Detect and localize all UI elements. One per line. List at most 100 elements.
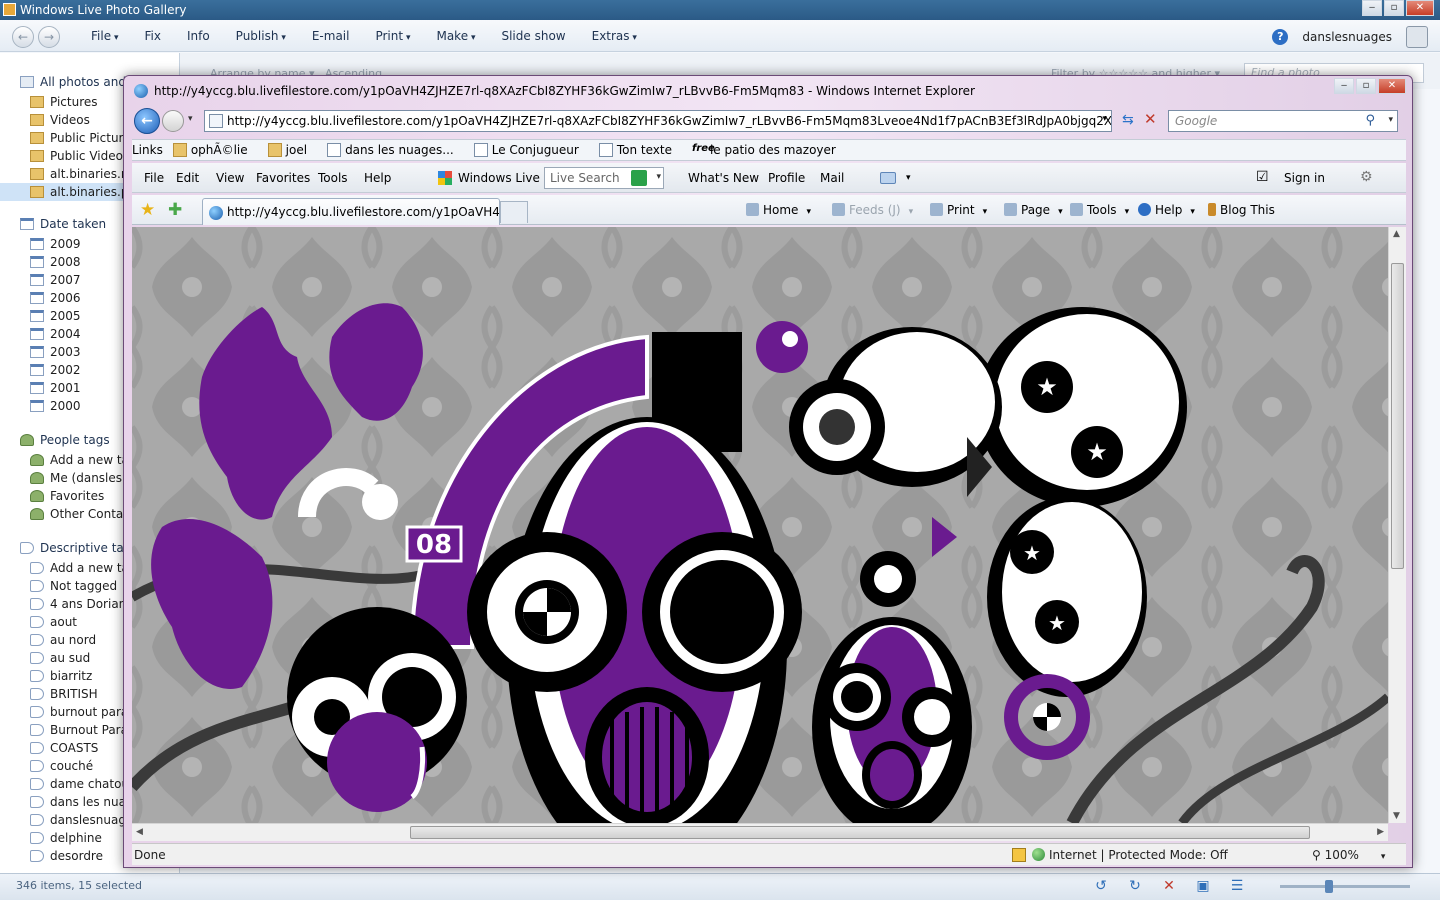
- home-button[interactable]: Home ▾: [746, 203, 811, 217]
- ie-maximize-button[interactable]: ▫: [1356, 78, 1376, 94]
- ie-menu-view[interactable]: View: [216, 171, 244, 185]
- feeds-button[interactable]: Feeds (J) ▾: [832, 203, 913, 217]
- checkbox-icon[interactable]: ☑: [1256, 169, 1269, 185]
- favorite-link[interactable]: Le Conjugueur: [473, 143, 589, 157]
- details-view-icon[interactable]: ☰: [1228, 878, 1246, 894]
- sign-in-link[interactable]: Sign in: [1284, 171, 1325, 185]
- print-button[interactable]: Print ▾: [930, 203, 987, 217]
- maximize-button[interactable]: ▫: [1384, 0, 1404, 16]
- ie-minimize-button[interactable]: ‒: [1334, 78, 1354, 94]
- cal-icon: [30, 238, 44, 250]
- refresh-icon[interactable]: ⇆: [1122, 112, 1134, 128]
- favorite-link-label: joel: [285, 143, 308, 157]
- ie-menu-file[interactable]: File: [144, 171, 164, 185]
- tools-button[interactable]: Tools ▾: [1070, 203, 1129, 217]
- favorite-link[interactable]: joel: [267, 143, 317, 157]
- thumbnail-size-slider[interactable]: [1280, 880, 1410, 893]
- folder-icon: [30, 186, 44, 198]
- menu-item-publish[interactable]: Publish: [236, 29, 286, 43]
- url-dropdown-icon[interactable]: ▾: [1102, 114, 1107, 124]
- photo-gallery-tools: ↺ ↻ ✕ ▣ ☰: [1092, 878, 1246, 894]
- menu-item-e-mail[interactable]: E-mail: [312, 29, 350, 43]
- horizontal-scrollbar[interactable]: ◀ ▶: [132, 823, 1388, 841]
- delete-icon[interactable]: ✕: [1160, 878, 1178, 894]
- add-favorite-icon[interactable]: ✚: [168, 200, 182, 220]
- scroll-down-icon[interactable]: ▼: [1393, 811, 1400, 821]
- close-button[interactable]: ✕: [1406, 0, 1434, 16]
- star-icon: ★: [1023, 541, 1041, 565]
- live-search-go-icon[interactable]: [631, 170, 647, 186]
- tree-item-label: 2009: [50, 237, 81, 251]
- mail-envelope-icon[interactable]: [880, 172, 896, 184]
- tag-icon: [30, 652, 44, 664]
- forward-icon[interactable]: [162, 110, 184, 132]
- ie-menu-edit[interactable]: Edit: [176, 171, 199, 185]
- mail-dropdown-icon[interactable]: ▾: [906, 173, 911, 183]
- menu-item-slide-show[interactable]: Slide show: [501, 29, 565, 43]
- search-options-icon[interactable]: ▾: [1388, 115, 1393, 125]
- menu-item-make[interactable]: Make: [436, 29, 475, 43]
- rotate-left-icon[interactable]: ↺: [1092, 878, 1110, 894]
- history-dropdown-icon[interactable]: ▾: [188, 114, 193, 124]
- vertical-scroll-thumb[interactable]: [1391, 263, 1404, 569]
- favorites-center-icon[interactable]: ★: [140, 200, 155, 220]
- ie-menu-help[interactable]: Help: [364, 171, 391, 185]
- menu-item-info[interactable]: Info: [187, 29, 210, 43]
- zoom-level[interactable]: ⚲ 100% ▾: [1312, 848, 1385, 862]
- help-button[interactable]: Help ▾: [1138, 203, 1195, 217]
- blog-this-button[interactable]: Blog This: [1208, 203, 1275, 217]
- live-search-dropdown-icon[interactable]: ▾: [656, 172, 661, 182]
- help-icon[interactable]: ?: [1272, 29, 1289, 45]
- favorite-link[interactable]: free le patio des mazoyer: [692, 143, 846, 157]
- favorite-link[interactable]: ophÃ©lie: [172, 143, 258, 157]
- menu-item-print[interactable]: Print: [375, 29, 410, 43]
- ie-command-bar: ★ ✚ http://y4yccg.blu.livefilestore.com/…: [132, 195, 1406, 225]
- back-icon[interactable]: ←: [134, 108, 160, 134]
- page-button[interactable]: Page ▾: [1004, 203, 1063, 217]
- favorite-link[interactable]: Ton texte: [598, 143, 682, 157]
- search-icon[interactable]: ⚲: [1365, 113, 1375, 128]
- scroll-up-icon[interactable]: ▲: [1393, 229, 1400, 239]
- scroll-right-icon[interactable]: ▶: [1377, 827, 1384, 837]
- live-link-what-s-new[interactable]: What's New: [688, 171, 759, 185]
- links-label: Links: [132, 143, 163, 157]
- live-search-input[interactable]: Live Search ▾: [544, 167, 664, 189]
- slideshow-icon[interactable]: ▣: [1194, 878, 1212, 894]
- rotate-right-icon[interactable]: ↻: [1126, 878, 1144, 894]
- free-logo-icon: free: [691, 143, 715, 154]
- slider-knob[interactable]: [1325, 880, 1333, 893]
- cal-icon: [30, 328, 44, 340]
- menu-item-file[interactable]: File: [91, 29, 118, 43]
- tree-item-label: 2008: [50, 255, 81, 269]
- new-tab-button[interactable]: [500, 201, 528, 223]
- ie-close-button[interactable]: ✕: [1378, 78, 1406, 94]
- ie-menu-favorites[interactable]: Favorites: [256, 171, 310, 185]
- stop-icon[interactable]: ✕: [1144, 110, 1157, 128]
- account-icon[interactable]: [1406, 26, 1428, 48]
- forward-arrow-icon[interactable]: →: [38, 26, 60, 48]
- horizontal-scroll-thumb[interactable]: [410, 826, 1310, 839]
- favorite-link[interactable]: dans les nuages...: [327, 143, 464, 157]
- toolbar-options-icon[interactable]: ⚙: [1360, 169, 1373, 185]
- tab-globe-icon: [209, 206, 223, 220]
- browser-tab[interactable]: http://y4yccg.blu.livefilestore.com/y1pO…: [202, 198, 500, 225]
- search-input[interactable]: Google ⚲ ▾: [1168, 110, 1398, 132]
- account-name[interactable]: danslesnuages: [1302, 30, 1392, 44]
- live-link-mail[interactable]: Mail: [820, 171, 844, 185]
- vertical-scrollbar[interactable]: ▲ ▼: [1388, 227, 1406, 823]
- photo-gallery-titlebar: Windows Live Photo Gallery ‒ ▫ ✕: [0, 0, 1440, 20]
- url-input[interactable]: http://y4yccg.blu.livefilestore.com/y1pO…: [204, 110, 1112, 132]
- scroll-left-icon[interactable]: ◀: [136, 827, 143, 837]
- minimize-button[interactable]: ‒: [1362, 0, 1382, 16]
- ie-menu-tools[interactable]: Tools: [318, 171, 348, 185]
- windows-live-link[interactable]: Windows Live: [458, 171, 540, 185]
- tree-item-label: dame chatoui: [50, 777, 133, 791]
- live-link-profile[interactable]: Profile: [768, 171, 805, 185]
- security-shield-icon[interactable]: [1012, 848, 1026, 862]
- menu-item-extras[interactable]: Extras: [592, 29, 637, 43]
- blog-icon: [1208, 203, 1216, 216]
- security-zone[interactable]: Internet | Protected Mode: Off: [1032, 848, 1228, 862]
- back-arrow-icon[interactable]: ←: [12, 26, 34, 48]
- artwork-number-label: 08: [416, 530, 452, 560]
- menu-item-fix[interactable]: Fix: [144, 29, 160, 43]
